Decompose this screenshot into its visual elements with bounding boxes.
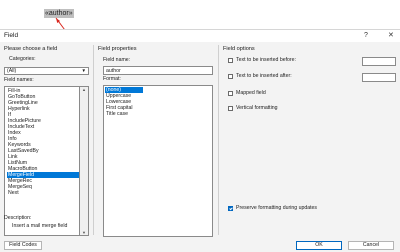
- text-after-label: Text to be inserted after:: [236, 73, 292, 79]
- preserve-formatting-label: Preserve formatting during updates: [236, 205, 318, 211]
- field-names-list[interactable]: Fill-in GoToButton GreetingLine Hyperlin…: [4, 86, 80, 236]
- field-dialog: Field ? ✕ Please choose a field Categori…: [0, 29, 400, 252]
- categories-label: Categories:: [9, 56, 36, 62]
- close-button[interactable]: ✕: [388, 31, 394, 41]
- categories-select[interactable]: (All) ▼: [4, 67, 89, 75]
- field-names-label: Field names:: [4, 77, 34, 83]
- choose-field-heading: Please choose a field: [4, 46, 58, 52]
- text-after-checkbox[interactable]: [228, 74, 233, 79]
- field-codes-button[interactable]: Field Codes: [4, 241, 42, 250]
- merge-field-token[interactable]: «author»: [44, 9, 74, 18]
- scroll-down-icon[interactable]: ▼: [82, 230, 86, 235]
- field-name-value: author: [106, 68, 121, 74]
- field-properties-heading: Field properties: [98, 46, 137, 52]
- preserve-formatting-checkbox[interactable]: [228, 206, 233, 211]
- field-name-label: Field name:: [103, 57, 131, 63]
- format-label: Format:: [103, 76, 121, 82]
- arrow-head: [56, 18, 60, 23]
- divider-left: [93, 45, 94, 235]
- chevron-down-icon: ▼: [81, 68, 86, 73]
- description-label: Description:: [4, 215, 32, 221]
- ok-button[interactable]: OK: [296, 241, 342, 250]
- vertical-formatting-label: Vertical formatting: [236, 105, 278, 111]
- scroll-up-icon[interactable]: ▲: [82, 87, 86, 92]
- field-options-heading: Field options: [223, 46, 255, 52]
- mapped-field-label: Mapped field: [236, 90, 266, 96]
- title-bar: Field ? ✕: [0, 30, 400, 42]
- list-item[interactable]: Next: [7, 190, 79, 196]
- format-item[interactable]: Title case: [105, 111, 143, 117]
- mapped-field-checkbox[interactable]: [228, 91, 233, 96]
- text-before-label: Text to be inserted before:: [236, 57, 296, 63]
- text-before-checkbox[interactable]: [228, 58, 233, 63]
- text-after-input[interactable]: [362, 73, 396, 82]
- text-before-input[interactable]: [362, 57, 396, 66]
- description-text: Insert a mail merge field: [12, 223, 68, 229]
- cancel-button[interactable]: Cancel: [348, 241, 394, 250]
- dialog-title: Field: [4, 32, 19, 39]
- help-button[interactable]: ?: [364, 31, 368, 41]
- vertical-formatting-checkbox[interactable]: [228, 106, 233, 111]
- divider-right: [218, 45, 219, 235]
- field-names-scrollbar[interactable]: ▲ ▼: [80, 86, 89, 236]
- categories-value: (All): [7, 68, 17, 74]
- format-list[interactable]: (none) Uppercase Lowercase First capital…: [103, 85, 213, 237]
- field-name-input[interactable]: author: [103, 66, 213, 75]
